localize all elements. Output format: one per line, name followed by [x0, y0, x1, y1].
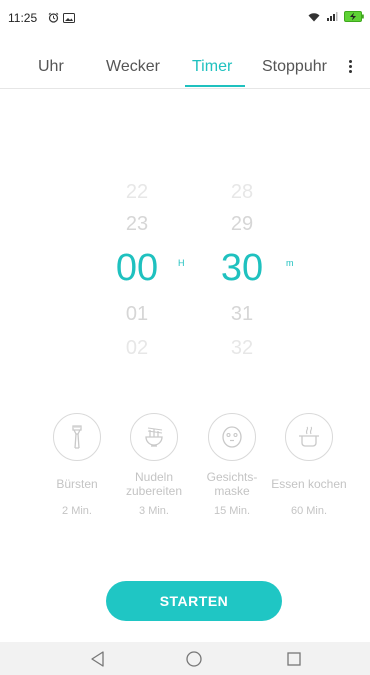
- minutes-below-2: 32: [230, 337, 254, 359]
- preset-noodles[interactable]: Nudeln zubereiten 3 Min.: [114, 413, 194, 517]
- image-notification-icon: [63, 12, 75, 23]
- preset-duration: 2 Min.: [62, 505, 92, 517]
- start-button[interactable]: STARTEN: [106, 581, 282, 621]
- tab-bar: Uhr Wecker Timer Stoppuhr: [0, 50, 370, 89]
- minutes-selected: 30: [220, 247, 264, 289]
- tab-stopwatch[interactable]: Stoppuhr: [262, 58, 327, 76]
- face-mask-icon: [222, 426, 242, 448]
- preset-label: Gesichts-maske: [206, 470, 258, 498]
- minutes-picker[interactable]: 28 29 30 31 32: [202, 175, 282, 365]
- system-navigation-bar: [0, 642, 370, 675]
- overflow-menu-icon[interactable]: [344, 58, 356, 80]
- preset-cooking[interactable]: Essen kochen 60 Min.: [269, 413, 349, 517]
- back-icon[interactable]: [88, 650, 108, 668]
- minutes-unit-label: m: [286, 258, 294, 268]
- preset-label: Bürsten: [56, 477, 98, 491]
- minutes-above-2: 28: [230, 181, 254, 203]
- status-bar: 11:25: [0, 0, 370, 36]
- preset-label: Nudeln zubereiten: [125, 470, 183, 498]
- alarm-clock-icon: [48, 12, 59, 23]
- status-time: 11:25: [8, 11, 38, 25]
- minutes-above-1: 29: [230, 213, 254, 235]
- wifi-icon: [308, 12, 320, 21]
- hours-above-1: 23: [125, 213, 149, 235]
- toothbrush-icon: [72, 425, 82, 449]
- preset-duration: 3 Min.: [139, 505, 169, 517]
- recent-apps-icon[interactable]: [284, 650, 304, 668]
- hours-unit-label: H: [178, 258, 185, 268]
- hours-picker[interactable]: 22 23 00 01 02: [97, 175, 177, 365]
- hours-above-2: 22: [125, 181, 149, 203]
- active-tab-indicator: [185, 85, 245, 87]
- status-right-icons: [308, 11, 364, 22]
- hours-below-1: 01: [125, 303, 149, 325]
- preset-brushing[interactable]: Bürsten 2 Min.: [37, 413, 117, 517]
- tab-alarm[interactable]: Wecker: [106, 58, 160, 76]
- cooking-pot-icon: [299, 426, 319, 447]
- noodles-icon: [145, 427, 163, 447]
- preset-icon-circle: [285, 413, 333, 461]
- preset-face-mask[interactable]: Gesichts-maske 15 Min.: [192, 413, 272, 517]
- tab-clock[interactable]: Uhr: [38, 58, 64, 76]
- home-icon[interactable]: [184, 650, 204, 668]
- hours-selected: 00: [115, 247, 159, 289]
- preset-duration: 60 Min.: [290, 505, 328, 517]
- minutes-below-1: 31: [230, 303, 254, 325]
- status-left-icons: [48, 12, 75, 23]
- preset-icon-circle: [208, 413, 256, 461]
- preset-label: Essen kochen: [271, 477, 347, 491]
- signal-icon: [327, 12, 338, 21]
- preset-icon-circle: [53, 413, 101, 461]
- preset-icon-circle: [130, 413, 178, 461]
- preset-duration: 15 Min.: [213, 505, 251, 517]
- hours-below-2: 02: [125, 337, 149, 359]
- battery-charging-icon: [344, 11, 364, 22]
- tab-timer[interactable]: Timer: [192, 58, 232, 76]
